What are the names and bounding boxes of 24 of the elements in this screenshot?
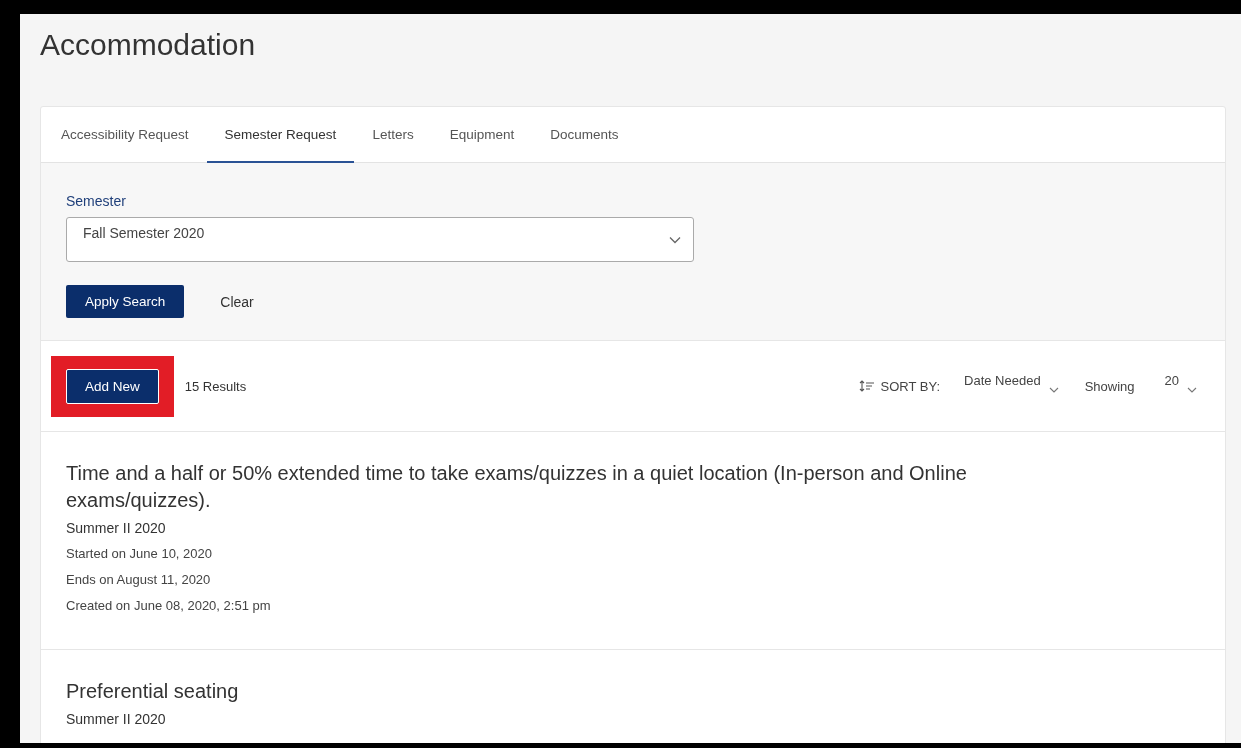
request-title[interactable]: Preferential seating	[66, 678, 1076, 705]
results-count: 15 Results	[184, 378, 247, 394]
request-detail: Ends on August 11, 2020	[66, 572, 212, 587]
clear-button[interactable]: Clear	[202, 285, 272, 318]
chevron-down-icon	[1048, 387, 1059, 393]
request-title[interactable]: Time and a half or 50% extended time to take exams/quizzes in a quiet location (In-person and Online exams/quizzes).	[66, 460, 1076, 514]
semester-label: Semester	[66, 193, 126, 209]
request-semester: Summer II 2020	[66, 711, 167, 727]
semester-dropdown[interactable]: Fall Semester 2020	[66, 217, 694, 262]
tab[interactable]: Letters	[354, 107, 432, 163]
sort-icon	[858, 380, 875, 392]
tab[interactable]: Documents	[532, 107, 637, 163]
request-semester: Summer II 2020	[66, 520, 167, 536]
apply-search-button[interactable]: Apply Search	[66, 285, 185, 318]
request-detail: Created on June 08, 2020, 2:51 pm	[66, 598, 272, 613]
add-new-button[interactable]: Add New	[66, 368, 159, 404]
page-title: Accommodation	[40, 27, 257, 63]
tab[interactable]: Accessibility Request	[43, 107, 207, 163]
request-detail: Started on June 10, 2020	[66, 546, 213, 561]
sort-by-label: SORT BY:	[880, 378, 941, 394]
chevron-down-icon	[669, 235, 681, 244]
showing-label: Showing	[1084, 378, 1135, 394]
chevron-down-icon	[1187, 387, 1197, 393]
tab[interactable]: Equipment	[431, 107, 533, 163]
